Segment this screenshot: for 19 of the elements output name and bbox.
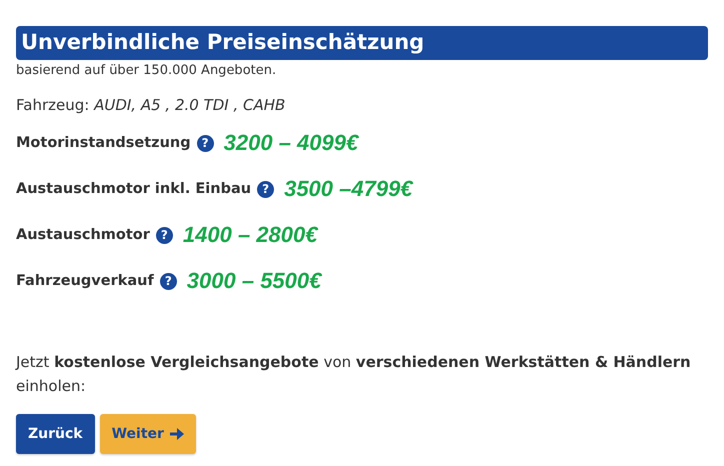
heading-bar: Unverbindliche Preiseinschätzung bbox=[16, 26, 708, 60]
estimate-label: Fahrzeugverkauf bbox=[16, 273, 154, 289]
estimate-label: Austauschmotor inkl. Einbau bbox=[16, 181, 252, 197]
subtitle: basierend auf über 150.000 Angeboten. bbox=[16, 63, 278, 78]
back-button[interactable]: Zurück bbox=[16, 414, 95, 454]
price-range: 3200 – 4099€ bbox=[224, 130, 358, 156]
estimate-label: Austauschmotor bbox=[16, 227, 150, 243]
arrow-icon bbox=[170, 428, 184, 440]
help-icon[interactable]: ? bbox=[160, 272, 177, 290]
price-range: 1400 – 2800€ bbox=[182, 222, 318, 248]
call-to-action-text: Jetzt kostenlose Vergleichsangebote von verschiedenen Werkstätten & Händlern einholen: bbox=[16, 352, 692, 397]
help-icon[interactable]: ? bbox=[196, 134, 214, 152]
price-range: 3500 –4799€ bbox=[284, 176, 413, 202]
help-icon[interactable]: ? bbox=[156, 226, 173, 244]
vehicle-info: Fahrzeug: AUDI, A5 , 2.0 TDI , CAHB bbox=[16, 96, 286, 114]
next-button[interactable]: Weiter bbox=[100, 414, 196, 454]
help-icon[interactable]: ? bbox=[257, 180, 274, 198]
estimate-label: Motorinstandsetzung bbox=[16, 135, 191, 151]
price-range: 3000 – 5500€ bbox=[186, 268, 322, 294]
